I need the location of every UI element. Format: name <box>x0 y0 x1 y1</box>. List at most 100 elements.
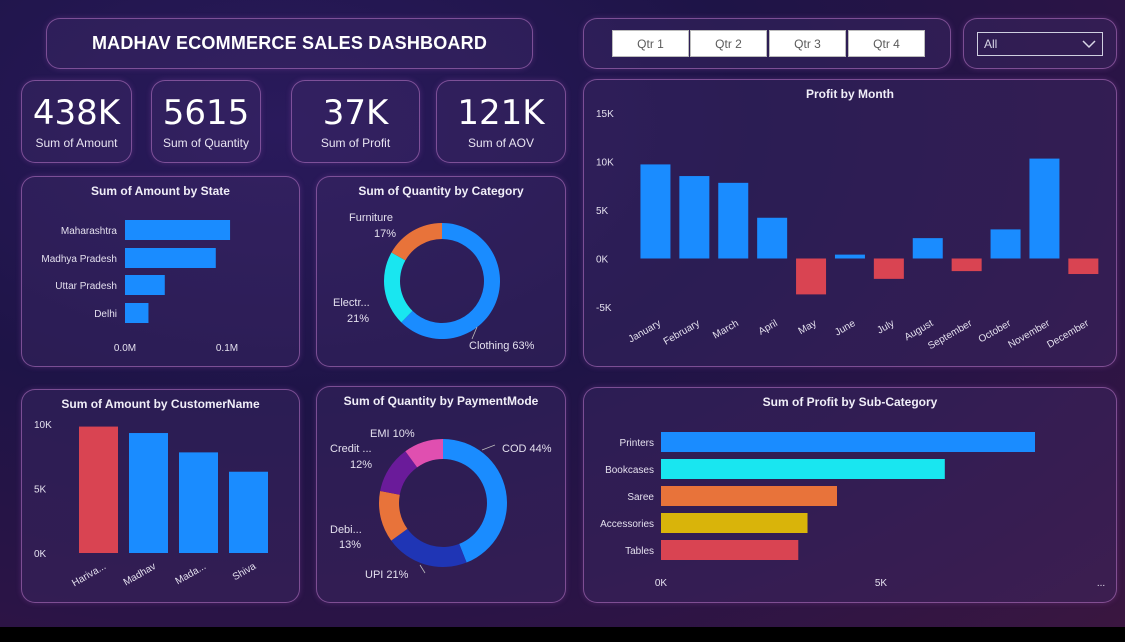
customer-chart: 10K 5K 0K Hariva... Madhav Mada... Shiva <box>34 420 268 589</box>
state-label: Madhya Pradesh <box>41 254 117 265</box>
category-chart-panel: Sum of Quantity by Category Clothing 63%… <box>316 176 566 367</box>
y-tick-label: 5K <box>34 485 47 496</box>
x-tick-label: July <box>875 318 896 336</box>
slice-label: Debi... <box>330 524 362 536</box>
month-chart: 15K 10K 5K 0K -5K JanuaryFebruary March April Ma… <box>596 109 1099 352</box>
month-bar <box>640 164 671 259</box>
subcat-label: Accessories <box>600 519 654 530</box>
qtr-2-button[interactable]: Qtr 2 <box>690 30 767 57</box>
donut-slice <box>384 252 413 323</box>
x-tick-label: January <box>627 318 663 345</box>
month-chart-panel: Profit by Month 15K 10K 5K 0K -5K January Febr… <box>583 79 1117 367</box>
subcat-bar <box>661 513 808 533</box>
month-bar <box>679 176 710 259</box>
slice-label: COD 44% <box>502 443 552 455</box>
chevron-down-icon <box>1082 39 1096 48</box>
donut-slice <box>443 439 507 563</box>
kpi-value: 438K <box>32 92 121 133</box>
y-tick-label: 0K <box>596 255 609 266</box>
customer-bar <box>79 426 118 553</box>
x-tick-label: Madhav <box>122 561 158 588</box>
x-tick-label: Hariva... <box>70 561 108 589</box>
month-bar <box>873 258 904 279</box>
kpi-value: 5615 <box>162 92 250 133</box>
y-tick-label: 5K <box>596 206 609 217</box>
donut-slice <box>391 528 467 567</box>
subcat-label: Bookcases <box>605 465 654 476</box>
customer-bar <box>179 452 218 553</box>
x-tick-label: April <box>757 318 780 338</box>
kpi-label: Sum of Profit <box>320 135 391 150</box>
kpi-card-quantity: 5615 Sum of Quantity <box>151 80 261 163</box>
x-tick-label: 0.0M <box>114 343 136 354</box>
month-bar <box>757 217 788 259</box>
x-tick-label: Shiva <box>231 561 259 583</box>
x-tick-label: 0K <box>655 578 668 589</box>
qtr-4-button[interactable]: Qtr 4 <box>848 30 925 57</box>
x-tick-label: June <box>833 318 858 339</box>
qtr-3-button[interactable]: Qtr 3 <box>769 30 846 57</box>
kpi-card-amount: 438K Sum of Amount <box>21 80 132 163</box>
slice-value: 13% <box>339 539 361 551</box>
y-tick-label: -5K <box>596 303 612 314</box>
subcat-label: Saree <box>627 492 654 503</box>
slice-label: Furniture <box>349 212 393 224</box>
leader-line <box>481 444 496 451</box>
month-bar <box>951 258 982 272</box>
slice-value: 17% <box>374 228 396 240</box>
state-bar <box>125 220 231 240</box>
leader-line <box>419 564 426 574</box>
state-label: Uttar Pradesh <box>55 281 117 292</box>
qtr-1-button[interactable]: Qtr 1 <box>612 30 689 57</box>
y-tick-label: 0K <box>34 549 47 560</box>
month-bar <box>1068 258 1099 275</box>
month-bar <box>834 254 865 259</box>
subcat-chart: Printers Bookcases Saree Accessories Tables 0… <box>600 432 1105 589</box>
subcat-bar <box>661 459 945 479</box>
month-bar <box>990 229 1021 259</box>
x-tick-label: December <box>1045 318 1091 351</box>
x-tick-label: May <box>797 318 819 337</box>
y-tick-label: 15K <box>596 109 614 120</box>
y-tick-label: 10K <box>34 420 52 431</box>
x-tick-label: November <box>1006 318 1052 351</box>
slice-label: Electr... <box>333 297 370 309</box>
kpi-value: 121K <box>457 92 545 133</box>
filter-dropdown[interactable]: All <box>977 32 1103 56</box>
x-tick-label: 0.1M <box>216 343 238 354</box>
state-chart-panel: Sum of Amount by State Maharashtra Madhya… <box>21 176 300 367</box>
x-tick-label: March <box>711 318 741 341</box>
filter-dropdown-value: All <box>984 37 998 51</box>
subcat-bar <box>661 540 799 560</box>
subcat-bar <box>661 486 837 506</box>
donut-slice <box>391 223 442 261</box>
filter-slicer: All <box>963 18 1117 69</box>
dashboard-canvas: MADHAV ECOMMERCE SALES DASHBOARD Qtr 1 Q… <box>0 0 1125 627</box>
category-donut-chart: Clothing 63% Electr... 21% Furniture 17% <box>333 212 535 352</box>
month-bar <box>912 238 943 259</box>
subcat-label: Tables <box>625 546 654 557</box>
state-chart: Maharashtra Madhya Pradesh Uttar Pradesh De… <box>41 220 238 354</box>
subcat-bar <box>661 432 1035 452</box>
month-bar <box>718 182 749 259</box>
x-tick-label: ... <box>1097 578 1105 589</box>
state-label: Delhi <box>94 309 117 320</box>
month-bar <box>796 258 827 295</box>
kpi-value: 37K <box>322 92 389 133</box>
subcat-chart-panel: Sum of Profit by Sub-Category Printers Bo… <box>583 387 1117 603</box>
x-tick-label: Mada... <box>174 561 208 587</box>
slice-value: 12% <box>350 459 372 471</box>
state-bar <box>125 248 216 268</box>
slice-value: 21% <box>347 313 369 325</box>
payment-donut-chart: COD 44% UPI 21% Debi... 13% Credit ... 12% EMI… <box>330 428 552 581</box>
payment-chart-panel: Sum of Quantity by PaymentMode COD 44% UP… <box>316 386 566 603</box>
kpi-label: Sum of Amount <box>35 135 118 150</box>
x-tick-label: September <box>926 318 974 352</box>
kpi-card-aov: 121K Sum of AOV <box>436 80 566 163</box>
kpi-card-profit: 37K Sum of Profit <box>291 80 420 163</box>
x-tick-label: 5K <box>875 578 888 589</box>
quarter-slicer: Qtr 1 Qtr 2 Qtr 3 Qtr 4 <box>583 18 951 69</box>
kpi-label: Sum of Quantity <box>162 135 250 150</box>
subcat-label: Printers <box>620 438 654 449</box>
x-tick-label: February <box>662 318 702 348</box>
